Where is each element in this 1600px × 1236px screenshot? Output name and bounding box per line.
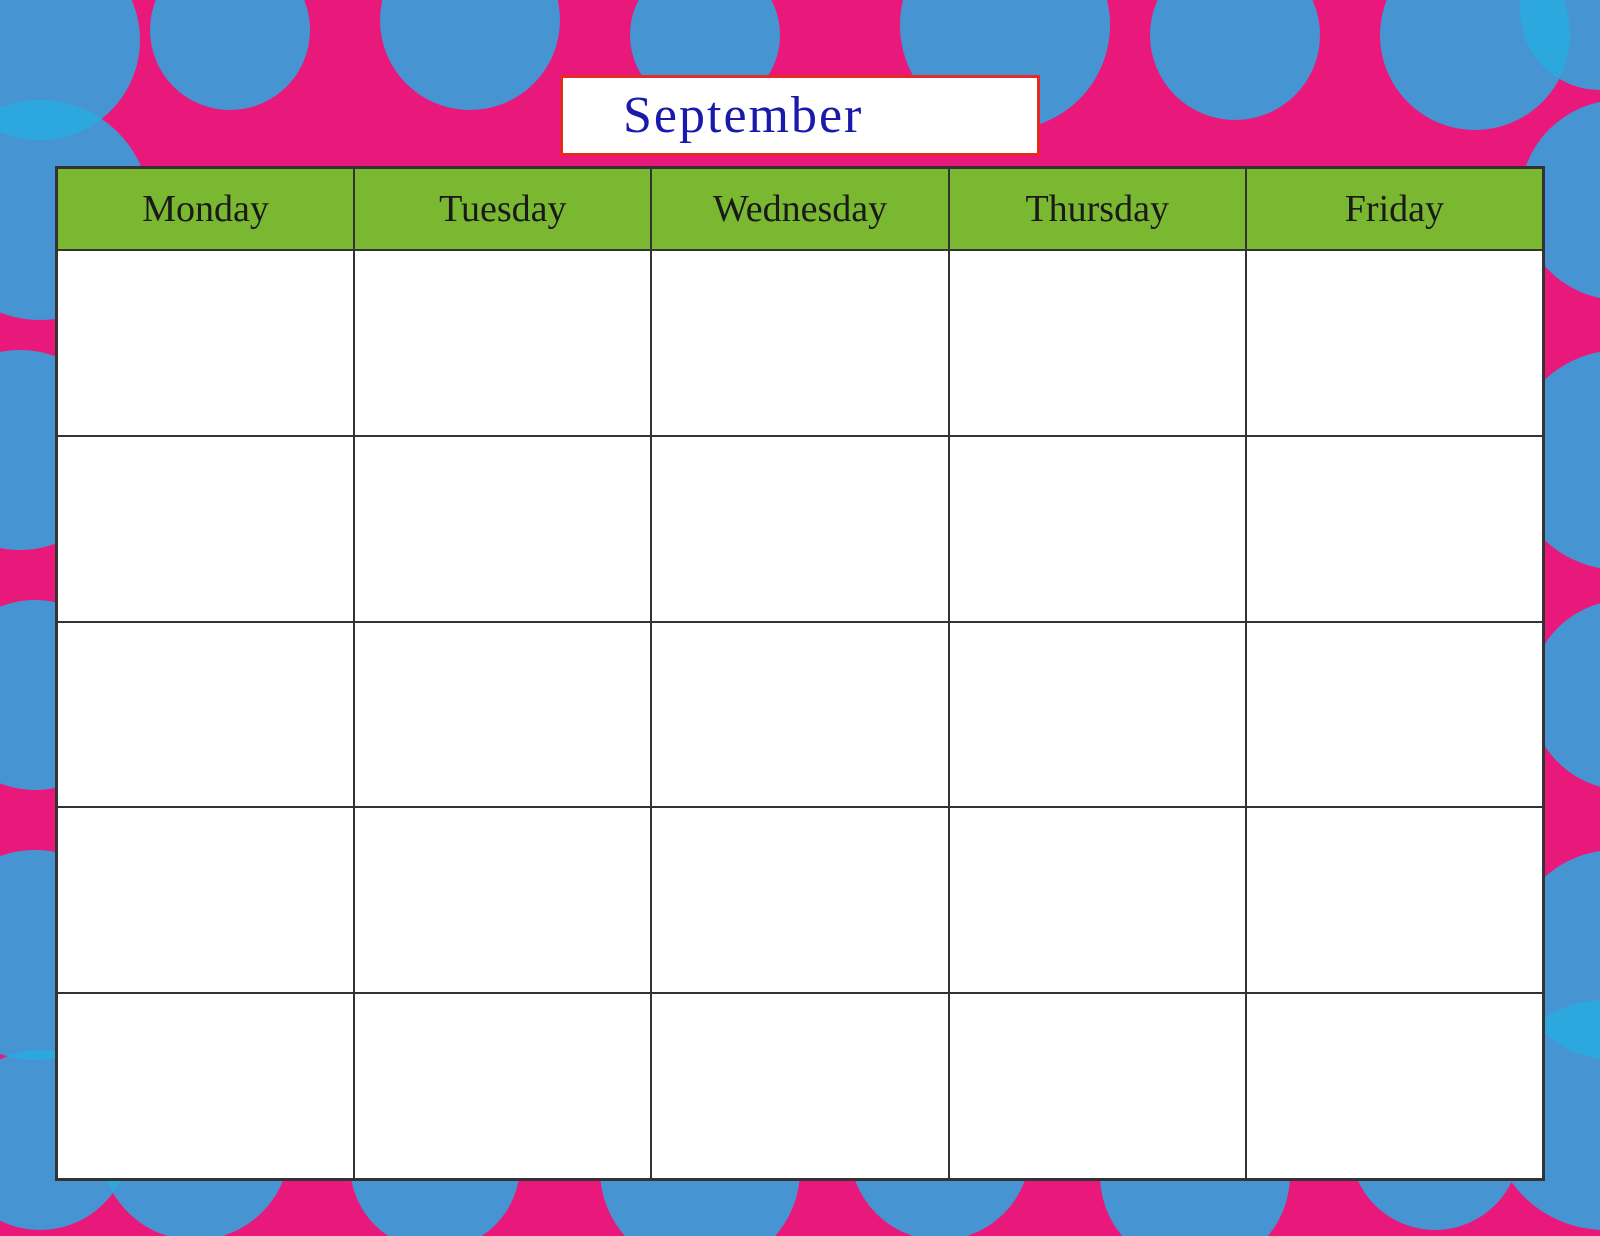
calendar-cell[interactable] [57,622,354,808]
calendar-body [57,250,1543,1179]
calendar-row [57,250,1543,436]
calendar-cell[interactable] [651,436,948,622]
calendar-cell[interactable] [651,993,948,1179]
calendar-cell[interactable] [949,436,1246,622]
calendar-grid: MondayTuesdayWednesdayThursdayFriday [55,166,1545,1181]
calendar-header-row: MondayTuesdayWednesdayThursdayFriday [57,168,1543,250]
calendar-cell[interactable] [1246,807,1543,993]
calendar-cell[interactable] [949,250,1246,436]
calendar-cell[interactable] [651,622,948,808]
calendar-cell[interactable] [354,807,651,993]
month-title: September [623,87,863,144]
title-container: September [55,75,1545,156]
title-box: September [560,75,1040,156]
calendar-wrapper: September MondayTuesdayWednesdayThursday… [55,75,1545,1181]
calendar-cell[interactable] [1246,622,1543,808]
calendar-cell[interactable] [1246,993,1543,1179]
header-cell-friday: Friday [1246,168,1543,250]
calendar-cell[interactable] [949,993,1246,1179]
calendar-cell[interactable] [57,250,354,436]
calendar-row [57,622,1543,808]
calendar-cell[interactable] [354,250,651,436]
calendar-cell[interactable] [57,807,354,993]
header-cell-wednesday: Wednesday [651,168,948,250]
header-cell-monday: Monday [57,168,354,250]
calendar-cell[interactable] [354,993,651,1179]
calendar-row [57,436,1543,622]
calendar-cell[interactable] [949,622,1246,808]
calendar-cell[interactable] [651,807,948,993]
calendar-cell[interactable] [57,993,354,1179]
calendar-cell[interactable] [57,436,354,622]
calendar-cell[interactable] [949,807,1246,993]
calendar-cell[interactable] [1246,250,1543,436]
header-cell-thursday: Thursday [949,168,1246,250]
calendar-cell[interactable] [354,436,651,622]
calendar-row [57,993,1543,1179]
calendar-cell[interactable] [354,622,651,808]
calendar-row [57,807,1543,993]
calendar-cell[interactable] [1246,436,1543,622]
calendar-cell[interactable] [651,250,948,436]
header-cell-tuesday: Tuesday [354,168,651,250]
